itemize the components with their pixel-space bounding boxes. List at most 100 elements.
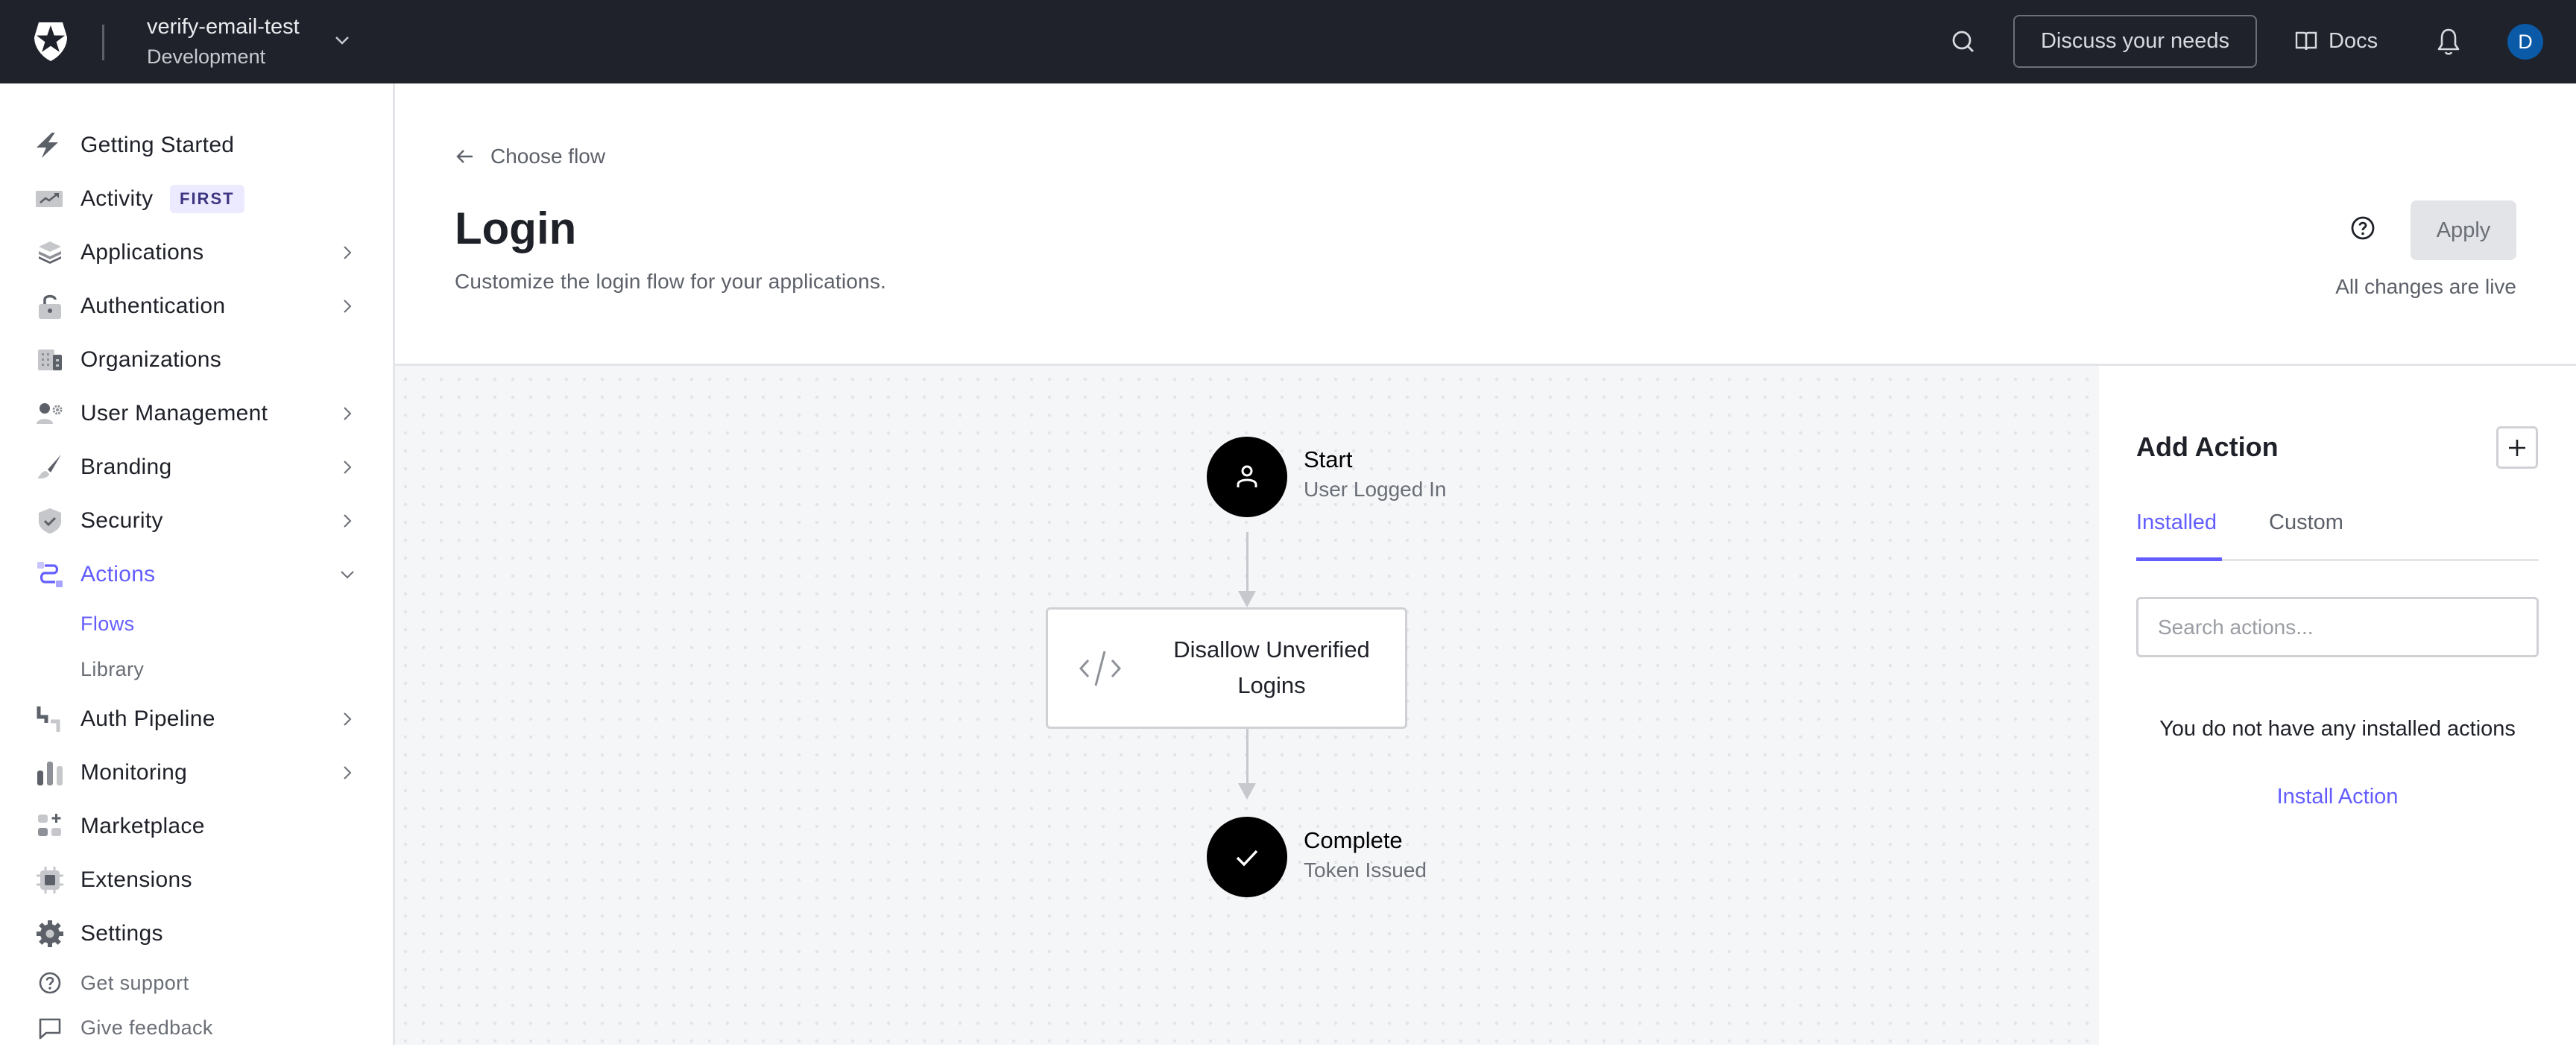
- sidebar-item-applications[interactable]: Applications: [0, 230, 393, 275]
- help-circle-icon: [39, 972, 61, 994]
- start-node-title: Start: [1304, 446, 1353, 472]
- panel-title: Add Action: [2136, 431, 2279, 462]
- docs-link[interactable]: Docs: [2294, 25, 2378, 57]
- unlock-icon: [39, 294, 61, 319]
- sidebar-item-label: Applications: [80, 240, 204, 265]
- tenant-environment: Development: [147, 45, 266, 68]
- sidebar-item-marketplace[interactable]: Marketplace: [0, 804, 393, 849]
- sidebar-item-label: Settings: [80, 921, 163, 946]
- chevron-right-icon: [344, 712, 352, 726]
- sidebar-item-organizations[interactable]: Organizations: [0, 338, 393, 382]
- install-action-link[interactable]: Install Action: [2136, 785, 2539, 809]
- sidebar-item-give-feedback[interactable]: Give feedback: [0, 1005, 393, 1050]
- action-card-disallow-unverified-logins[interactable]: Disallow Unverified Logins: [1046, 607, 1407, 729]
- chevron-right-icon: [344, 300, 352, 313]
- sidebar-item-label: User Management: [80, 401, 268, 426]
- chevron-right-icon: [344, 461, 352, 474]
- discuss-your-needs-button[interactable]: Discuss your needs: [2013, 15, 2257, 68]
- sidebar-item-label: Give feedback: [80, 1016, 213, 1039]
- actions-flow-icon: [37, 562, 63, 587]
- back-link-label: Choose flow: [490, 145, 606, 168]
- chevron-right-icon: [344, 246, 352, 259]
- paintbrush-icon: [37, 455, 61, 479]
- chevron-right-icon: [344, 766, 352, 779]
- sidebar-item-activity[interactable]: Activity FIRST: [0, 177, 393, 221]
- start-node: [1207, 437, 1287, 517]
- top-navigation-bar: verify-email-test Development Discuss yo…: [0, 0, 2576, 83]
- search-icon[interactable]: [1950, 28, 1977, 55]
- sidebar-item-getting-started[interactable]: Getting Started: [0, 123, 393, 168]
- sidebar-item-label: Branding: [80, 455, 172, 479]
- sidebar-item-extensions[interactable]: Extensions: [0, 858, 393, 902]
- empty-state-message: You do not have any installed actions: [2159, 717, 2516, 741]
- sidebar-item-security[interactable]: Security: [0, 499, 393, 543]
- sidebar-item-monitoring[interactable]: Monitoring: [0, 750, 393, 795]
- tab-installed[interactable]: Installed: [2136, 510, 2217, 535]
- building-icon: [38, 350, 62, 370]
- connector-line: [1246, 532, 1248, 593]
- action-card-title: Disallow Unverified Logins: [1173, 636, 1370, 698]
- sidebar-item-auth-pipeline[interactable]: Auth Pipeline: [0, 697, 393, 741]
- complete-node: [1207, 817, 1287, 897]
- complete-node-title: Complete: [1304, 827, 1403, 853]
- notifications-bell-icon[interactable]: [2436, 27, 2461, 57]
- sidebar-subitem-library[interactable]: Library: [0, 647, 393, 692]
- flow-canvas[interactable]: Start User Logged In Disallow Unverified…: [395, 366, 2099, 1045]
- page-title: Login: [455, 203, 577, 253]
- connector-arrowhead: [1238, 591, 1256, 607]
- sidebar-item-label: Organizations: [80, 347, 221, 372]
- search-actions-input[interactable]: [2136, 597, 2539, 657]
- complete-node-subtitle: Token Issued: [1304, 858, 1427, 882]
- connector-arrowhead: [1238, 783, 1256, 800]
- shield-check-icon: [39, 508, 61, 534]
- choose-flow-back-link[interactable]: Choose flow: [455, 145, 605, 168]
- chat-bubble-icon: [39, 1018, 61, 1040]
- active-tab-indicator: [2136, 557, 2222, 561]
- sidebar-item-label: Marketplace: [80, 814, 205, 838]
- chevron-right-icon: [344, 514, 352, 528]
- sidebar-item-label: Auth Pipeline: [80, 706, 215, 731]
- docs-label: Docs: [2329, 28, 2378, 53]
- layers-icon: [39, 241, 61, 264]
- sidebar-item-user-management[interactable]: User Management: [0, 391, 393, 436]
- activity-chart-icon: [36, 191, 63, 207]
- tenant-name: verify-email-test: [147, 15, 300, 39]
- sidebar-item-settings[interactable]: Settings: [0, 911, 393, 956]
- sidebar-item-get-support[interactable]: Get support: [0, 961, 393, 1005]
- sidebar-item-label: Security: [80, 508, 163, 533]
- sidebar: Getting Started Activity FIRST Applicati…: [0, 83, 395, 1045]
- chip-icon: [37, 867, 63, 894]
- start-node-subtitle: User Logged In: [1304, 478, 1447, 501]
- grid-plus-icon: [38, 814, 61, 836]
- page-subtitle: Customize the login flow for your applic…: [455, 270, 887, 293]
- tenant-selector[interactable]: verify-email-test Development: [147, 13, 300, 70]
- sidebar-item-label: Monitoring: [80, 760, 188, 785]
- sidebar-item-actions[interactable]: Actions: [0, 552, 393, 597]
- tab-custom[interactable]: Custom: [2269, 510, 2343, 535]
- arrow-left-icon: [456, 150, 473, 163]
- first-badge: FIRST: [170, 185, 244, 213]
- add-action-panel: Add Action Installed Custom You do not h…: [2099, 366, 2576, 1045]
- sidebar-item-authentication[interactable]: Authentication: [0, 284, 393, 329]
- sidebar-subitem-flows[interactable]: Flows: [0, 601, 393, 646]
- auth0-logo-icon[interactable]: [30, 21, 72, 63]
- plus-icon: [2509, 439, 2525, 456]
- apply-button[interactable]: Apply: [2411, 200, 2516, 260]
- help-circle-icon[interactable]: [2349, 215, 2376, 241]
- sidebar-item-label: Actions: [80, 562, 156, 586]
- chevron-down-icon: [341, 571, 354, 579]
- lightning-icon: [36, 133, 58, 158]
- topbar-divider: [102, 25, 104, 60]
- connector-line: [1246, 729, 1248, 785]
- chevron-down-icon[interactable]: [332, 30, 353, 51]
- panel-tabs: Installed Custom: [2136, 500, 2539, 561]
- sidebar-item-label: Get support: [80, 971, 189, 994]
- sidebar-subitem-label: Flows: [80, 612, 135, 635]
- sidebar-item-branding[interactable]: Branding: [0, 445, 393, 490]
- user-avatar[interactable]: D: [2507, 24, 2543, 60]
- changes-status-text: All changes are live: [2335, 275, 2516, 298]
- create-action-button[interactable]: [2496, 426, 2538, 469]
- user-icon: [1237, 465, 1257, 487]
- sidebar-subitem-label: Library: [80, 657, 145, 680]
- sidebar-item-label: Extensions: [80, 867, 192, 892]
